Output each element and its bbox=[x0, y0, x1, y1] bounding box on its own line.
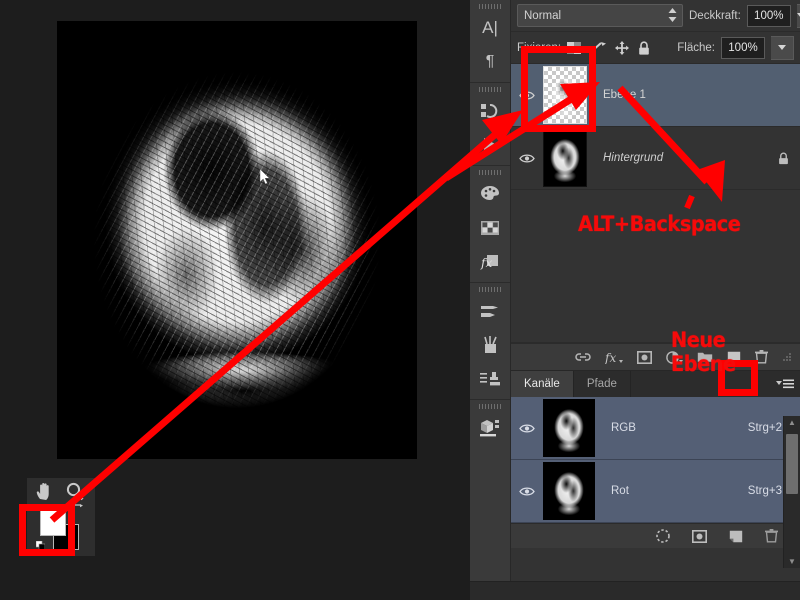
document-canvas[interactable] bbox=[57, 21, 417, 459]
lock-position-icon[interactable] bbox=[615, 40, 630, 55]
tab-kanaele[interactable]: Kanäle bbox=[511, 371, 574, 397]
svg-text:fx: fx bbox=[480, 256, 492, 270]
channel-thumbnail[interactable] bbox=[543, 462, 595, 520]
scroll-down-arrow-icon[interactable]: ▼ bbox=[784, 557, 800, 566]
scrollbar-thumb[interactable] bbox=[786, 434, 798, 494]
opacity-value[interactable]: 100% bbox=[746, 4, 791, 27]
channel-thumbnail-art bbox=[547, 403, 591, 453]
layer-name-label[interactable]: Hintergrund bbox=[587, 152, 766, 164]
layer-locked-indicator bbox=[766, 152, 800, 165]
layer-styles-fx-icon[interactable]: fx bbox=[605, 351, 623, 364]
annotation-neue-ebene: Neue Ebene bbox=[671, 328, 736, 376]
new-channel-icon[interactable] bbox=[729, 530, 743, 543]
channel-visibility-toggle[interactable] bbox=[511, 486, 543, 497]
screenshot-root: A| ¶ fx Normal Deckkraft: 100% Fixieren:… bbox=[0, 0, 800, 600]
rail-grip[interactable] bbox=[479, 87, 501, 92]
text-tool-icon[interactable]: A| bbox=[470, 11, 510, 45]
lock-icon bbox=[778, 152, 788, 164]
opacity-label: Deckkraft: bbox=[689, 9, 741, 22]
rail-divider bbox=[470, 282, 510, 283]
color-palette-icon[interactable] bbox=[470, 177, 510, 211]
layer-thumbnail-art bbox=[547, 133, 583, 183]
layer-thumbnail-highlight-box bbox=[521, 46, 596, 132]
scroll-up-arrow-icon[interactable]: ▲ bbox=[784, 418, 800, 427]
layer-thumbnail[interactable] bbox=[543, 129, 587, 187]
brush-tips-icon[interactable] bbox=[470, 328, 510, 362]
3d-panel-icon[interactable] bbox=[470, 411, 510, 445]
layer-name-label[interactable]: Ebene 1 bbox=[587, 89, 766, 101]
channel-row-rgb[interactable]: RGB Strg+2 bbox=[511, 397, 800, 460]
rail-divider bbox=[470, 399, 510, 400]
chevron-down-icon bbox=[778, 45, 786, 50]
fx-styles-icon[interactable]: fx bbox=[470, 245, 510, 279]
channel-name-label: RGB bbox=[611, 422, 636, 434]
link-layers-icon[interactable] bbox=[575, 351, 591, 363]
brush-preset-icon[interactable] bbox=[470, 294, 510, 328]
eye-icon bbox=[519, 153, 535, 163]
layer-row-hintergrund[interactable]: Hintergrund bbox=[511, 127, 800, 190]
channel-thumbnail[interactable] bbox=[543, 399, 595, 457]
rail-grip[interactable] bbox=[479, 170, 501, 175]
rail-divider bbox=[470, 82, 510, 83]
rail-grip[interactable] bbox=[479, 404, 501, 409]
color-swatch-highlight-box bbox=[19, 504, 75, 556]
svg-text:fx: fx bbox=[605, 351, 616, 364]
history-icon[interactable] bbox=[470, 94, 510, 128]
stepper-arrows-icon[interactable] bbox=[668, 8, 677, 22]
ice-cube-vignette bbox=[57, 21, 417, 459]
rail-divider bbox=[470, 165, 510, 166]
swatches-grid-icon[interactable] bbox=[470, 211, 510, 245]
channels-scrollbar[interactable]: ▲ ▼ bbox=[783, 416, 800, 568]
clone-source-icon[interactable] bbox=[470, 362, 510, 396]
zoom-tool-icon[interactable] bbox=[63, 481, 87, 503]
channel-row-rot[interactable]: Rot Strg+3 bbox=[511, 460, 800, 523]
panel-menu-icon[interactable] bbox=[776, 377, 794, 395]
rail-grip[interactable] bbox=[479, 287, 501, 292]
fill-label: Fläche: bbox=[677, 41, 715, 54]
save-selection-as-channel-icon[interactable] bbox=[692, 529, 707, 543]
eye-icon bbox=[519, 486, 535, 496]
channels-panel-toolbar[interactable] bbox=[511, 523, 800, 548]
blend-mode-select[interactable]: Normal bbox=[517, 4, 683, 27]
panel-bottom-strip bbox=[470, 581, 800, 600]
fill-dropdown-button[interactable] bbox=[771, 35, 794, 60]
lock-all-icon[interactable] bbox=[638, 40, 650, 55]
eye-icon bbox=[519, 423, 535, 433]
actions-play-icon[interactable] bbox=[470, 128, 510, 162]
layer-options-row-1: Normal Deckkraft: 100% bbox=[511, 0, 800, 32]
load-channel-as-selection-icon[interactable] bbox=[656, 529, 670, 543]
tab-pfade[interactable]: Pfade bbox=[574, 371, 631, 397]
rail-grip[interactable] bbox=[479, 4, 501, 9]
channel-thumbnail-art bbox=[547, 466, 591, 516]
channel-name-label: Rot bbox=[611, 485, 629, 497]
channel-visibility-toggle[interactable] bbox=[511, 423, 543, 434]
annotation-alt-backspace: ALT+Backspace bbox=[578, 212, 741, 236]
hand-tool-icon[interactable] bbox=[33, 481, 57, 503]
delete-channel-icon[interactable] bbox=[765, 529, 778, 543]
collapsed-panel-rail[interactable]: A| ¶ fx bbox=[470, 0, 511, 582]
panel-column: A| ¶ fx Normal Deckkraft: 100% Fixieren:… bbox=[470, 0, 800, 600]
blend-mode-value: Normal bbox=[524, 9, 562, 22]
add-layer-mask-icon[interactable] bbox=[637, 350, 652, 364]
move-tool-cursor-icon bbox=[260, 169, 271, 185]
layer-visibility-toggle[interactable] bbox=[511, 153, 543, 164]
fill-value[interactable]: 100% bbox=[721, 36, 765, 59]
paragraph-icon[interactable]: ¶ bbox=[470, 45, 510, 79]
